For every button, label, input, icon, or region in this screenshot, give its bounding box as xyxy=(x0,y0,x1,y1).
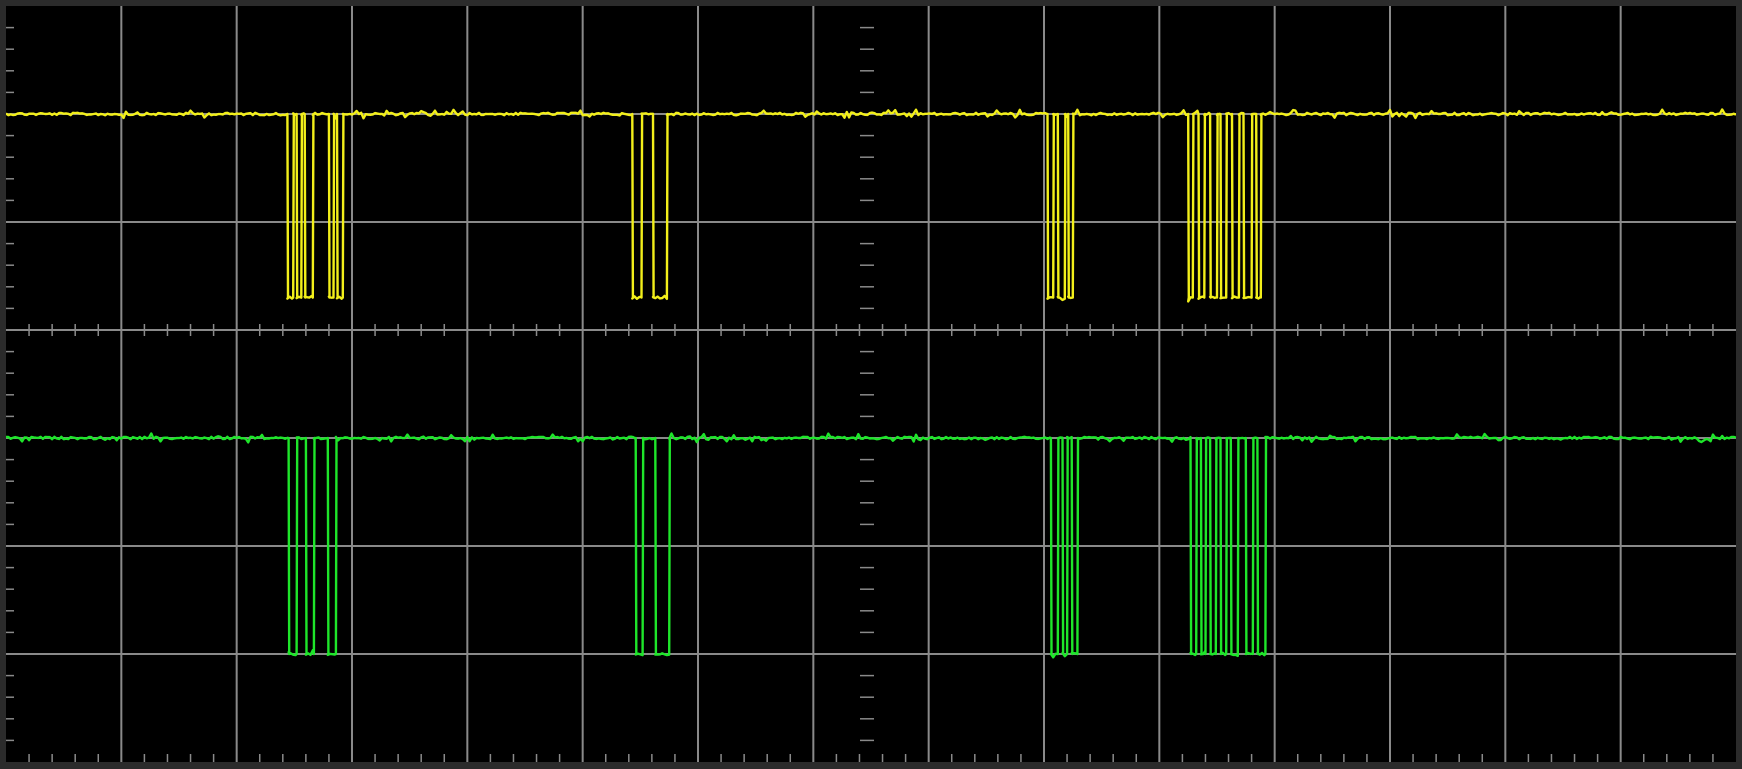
channel-1-trace xyxy=(6,108,1736,303)
trace-layer xyxy=(6,108,1736,659)
waveform-display xyxy=(6,6,1736,762)
oscilloscope-screen xyxy=(6,6,1736,762)
oscilloscope-frame xyxy=(0,0,1742,769)
graticule-grid xyxy=(6,6,1736,762)
graticule-center-ticks xyxy=(6,26,1714,762)
